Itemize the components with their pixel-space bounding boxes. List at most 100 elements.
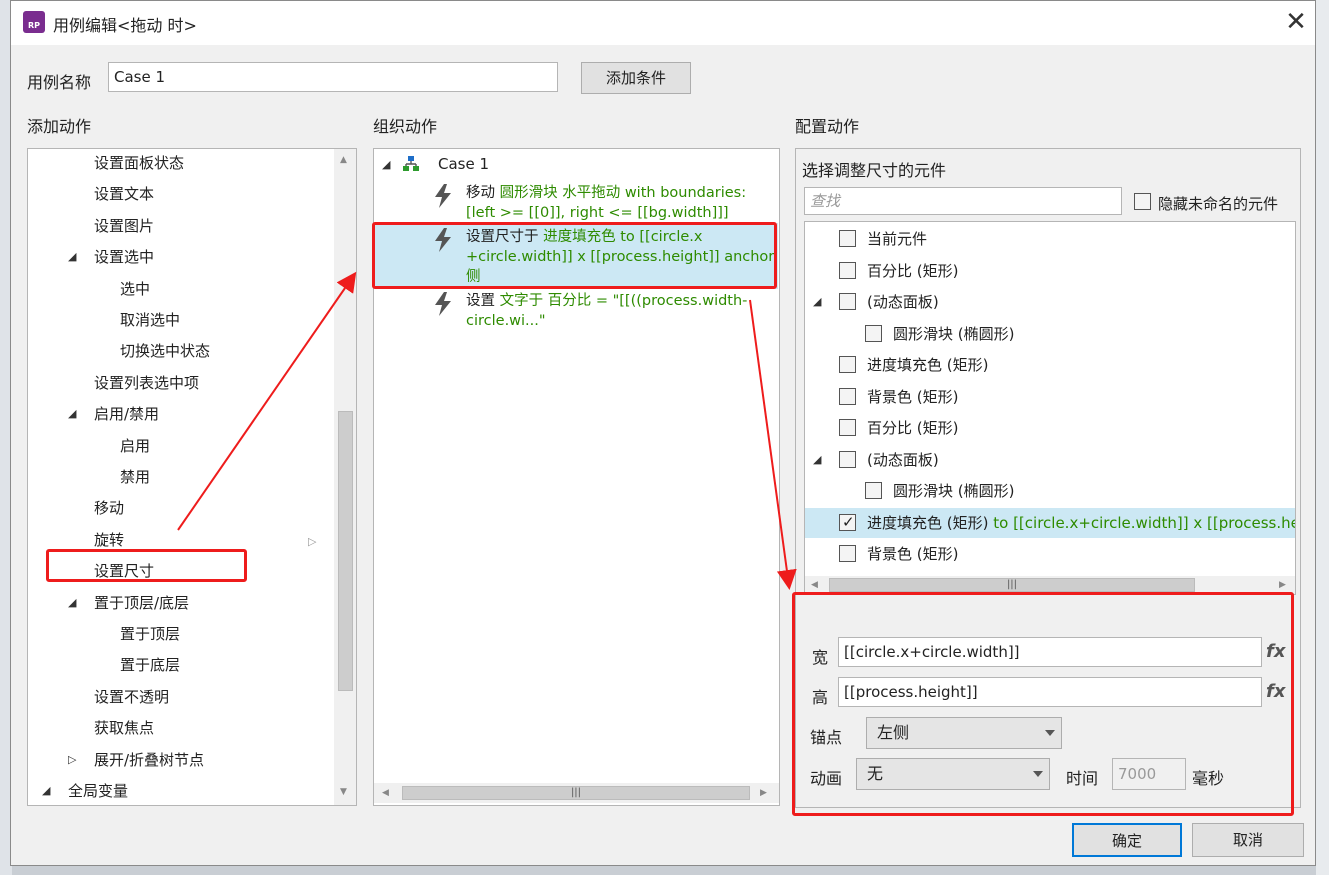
action-detail2: circle.wi..." [466,313,546,329]
checkmark-icon: ✓ [842,512,855,531]
action-item[interactable]: 设置不透明 [94,686,169,707]
case-name-input[interactable]: Case 1 [108,62,558,92]
widget-row[interactable]: 进度填充色 (矩形) to [[circle.x+circle.width]] … [867,512,1295,533]
hide-unnamed-checkbox[interactable] [1134,193,1151,210]
expand-icon[interactable]: ◢ [813,295,821,308]
action-item[interactable]: 启用 [120,435,150,456]
scroll-right-icon[interactable]: ▶ [760,788,767,798]
left-vertical-scrollbar[interactable]: ▲ ▼ [334,149,356,805]
configure-action-heading: 配置动作 [795,117,860,136]
widget-row[interactable]: 百分比 (矩形) [867,260,958,281]
widget-checkbox[interactable] [839,293,856,310]
case-name-label: 用例名称 [27,73,92,92]
action-item[interactable]: 禁用 [120,466,150,487]
action-item[interactable]: 全局变量 [68,780,128,801]
add-action-heading: 添加动作 [27,117,92,136]
action-item[interactable]: 设置选中 [94,246,154,267]
widget-label: 百分比 (矩形) [867,261,959,280]
widget-row[interactable]: (动态面板) [867,291,939,312]
action-item[interactable]: 取消选中 [120,309,180,330]
widget-checkbox[interactable] [839,356,856,373]
widget-row[interactable]: 进度填充色 (矩形) [867,354,988,375]
expand-icon[interactable]: ◢ [68,250,76,263]
add-condition-button[interactable]: 添加条件 [581,62,691,94]
widget-checkbox[interactable] [839,545,856,562]
scroll-up-icon[interactable]: ▲ [340,155,347,165]
add-action-tree: 设置面板状态 设置文本设置图片 ◢ 设置选中选中取消选中切换选中状态设置列表选中项 ◢ 启… [27,148,357,806]
widget-checkbox[interactable] [839,450,856,468]
action-bolt-icon [435,292,451,316]
middle-horizontal-scrollbar[interactable]: ◀ ||| ▶ [374,783,779,803]
widget-checkbox[interactable]: ✓ [839,512,856,531]
widget-row[interactable]: 圆形滑块 (椭圆形) [893,480,1014,501]
action-item[interactable]: 获取焦点 [94,717,154,738]
action-item[interactable]: 移动 [94,497,124,518]
organized-action[interactable]: 移动 圆形滑块 水平拖动 with boundaries: [left >= [[… [466,183,776,223]
case-expand-icon[interactable]: ◢ [382,158,390,171]
widget-row[interactable]: 背景色 (矩形) [867,543,958,564]
expand-icon[interactable]: ◢ [68,596,76,609]
expand-icon[interactable]: ◢ [42,784,50,797]
title-bar: RP 用例编辑<拖动 时> ✕ [11,1,1315,45]
hide-unnamed-label: 隐藏未命名的元件 [1158,195,1279,213]
widget-list: 当前元件百分比 (矩形) ◢ (动态面板) 圆形滑块 (椭圆形) 进度填充色 (矩形) 背… [804,221,1296,595]
widget-label: 圆形滑块 (椭圆形) [893,324,1015,343]
action-item[interactable]: 旋转 [94,529,124,550]
axure-app-icon: RP [23,11,45,33]
expand-icon[interactable]: ◢ [68,407,76,420]
action-verb: 设置 [466,293,500,309]
widget-row[interactable]: (动态面板) [867,449,939,470]
action-item[interactable]: 置于顶层 [120,623,180,644]
widget-label: (动态面板) [867,450,939,469]
scroll-down-icon[interactable]: ▼ [340,787,347,797]
widget-checkbox[interactable] [865,324,882,342]
window-title: 用例编辑<拖动 时> [53,16,197,35]
action-bolt-icon [435,184,451,208]
action-item[interactable]: 设置图片 [94,215,154,236]
widget-checkbox[interactable] [839,387,856,405]
action-item[interactable]: 设置文本 [94,183,154,204]
widget-row[interactable]: 百分比 (矩形) [867,417,958,438]
close-icon[interactable]: ✕ [1281,5,1311,39]
scroll-thumb[interactable]: ||| [829,578,1195,592]
widget-label: 背景色 (矩形) [867,545,959,563]
widget-label: 圆形滑块 (椭圆形) [893,482,1015,500]
action-item[interactable]: 展开/折叠树节点 [94,749,204,770]
widget-search-input[interactable]: 查找 [804,187,1122,215]
scroll-right-icon[interactable]: ▶ [1279,580,1286,590]
expand-icon[interactable]: ◢ [813,453,821,466]
select-widget-heading: 选择调整尺寸的元件 [802,161,947,180]
action-item[interactable]: 切换选中状态 [120,340,210,361]
highlight-set-size-action [372,222,777,289]
widget-checkbox[interactable] [839,261,856,279]
cancel-button[interactable]: 取消 [1192,823,1304,857]
action-item[interactable]: 选中 [120,278,150,299]
scroll-left-icon[interactable]: ◀ [811,580,818,590]
highlight-set-size-item [46,549,247,582]
scroll-left-icon[interactable]: ◀ [382,788,389,798]
action-item[interactable]: 设置列表选中项 [94,372,199,393]
widget-label: 进度填充色 (矩形) [867,356,989,374]
widget-label: 当前元件 [867,230,928,248]
scroll-thumb[interactable]: ||| [402,786,750,800]
scroll-thumb[interactable] [338,411,353,691]
action-detail: 圆形滑块 水平拖动 with boundaries: [499,185,747,201]
case-label[interactable]: Case 1 [438,155,489,173]
action-item[interactable]: 置于顶层/底层 [94,592,189,613]
widget-checkbox[interactable] [865,482,882,499]
action-item[interactable]: 启用/禁用 [94,403,159,424]
organize-action-heading: 组织动作 [373,117,438,136]
collapse-icon[interactable]: ▷ [68,753,76,766]
widget-checkbox[interactable] [839,419,856,436]
widget-row[interactable]: 当前元件 [867,228,927,249]
widget-row[interactable]: 背景色 (矩形) [867,386,958,407]
widget-label: 进度填充色 (矩形) [867,513,989,532]
action-item[interactable]: 设置面板状态 [94,152,184,173]
submenu-arrow-icon: ▷ [308,535,317,548]
action-item[interactable]: 置于底层 [120,654,180,675]
widget-row[interactable]: 圆形滑块 (椭圆形) [893,323,1014,344]
widget-label: 背景色 (矩形) [867,387,959,406]
widget-checkbox[interactable] [839,230,856,247]
ok-button[interactable]: 确定 [1072,823,1182,857]
organized-action[interactable]: 设置 文字于 百分比 = "[[((process.width-circle.w… [466,291,776,331]
